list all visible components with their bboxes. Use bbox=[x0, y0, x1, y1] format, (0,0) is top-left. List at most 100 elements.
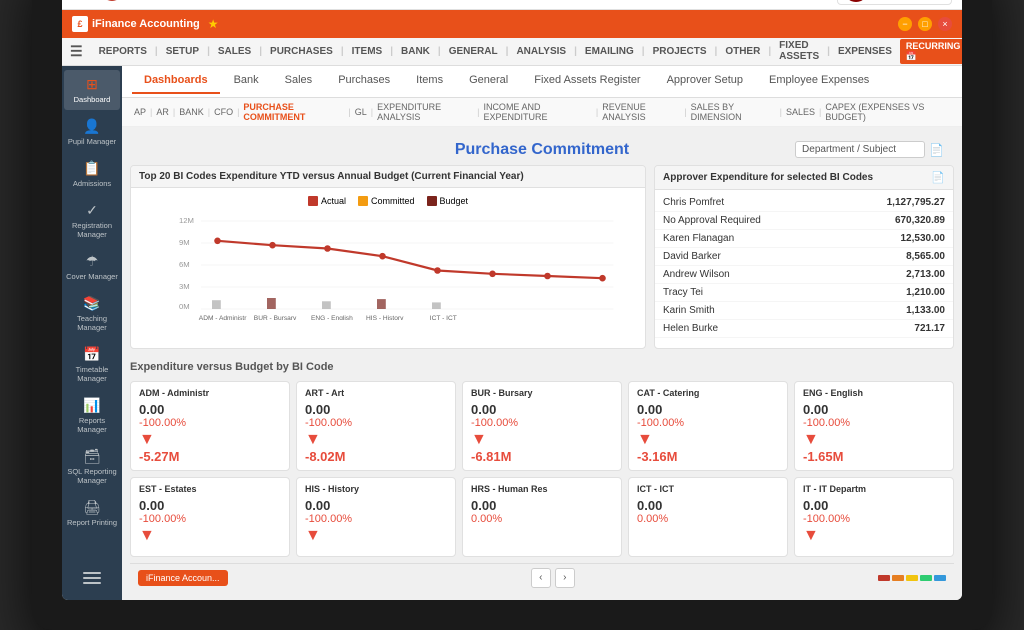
timetable-icon: 📅 bbox=[83, 346, 100, 363]
color-dot-green bbox=[920, 575, 932, 581]
legend-actual-dot bbox=[308, 196, 318, 206]
card-adm-pct: -100.00% bbox=[139, 417, 281, 429]
breadcrumb-expenditure[interactable]: EXPENDITURE ANALYSIS bbox=[377, 102, 473, 122]
card-est-pct: -100.00% bbox=[139, 513, 281, 525]
approver-amount-6: 1,210.00 bbox=[906, 287, 945, 298]
breadcrumb-sales[interactable]: SALES bbox=[786, 107, 815, 117]
color-dot-yellow bbox=[906, 575, 918, 581]
nav-analysis[interactable]: ANALYSIS bbox=[508, 46, 574, 57]
breadcrumb-cfo[interactable]: CFO bbox=[214, 107, 233, 117]
approver-amount-4: 8,565.00 bbox=[906, 251, 945, 262]
svg-text:HIS - History: HIS - History bbox=[366, 315, 404, 320]
nav-items[interactable]: ITEMS bbox=[344, 46, 391, 57]
next-button[interactable]: › bbox=[555, 568, 575, 588]
approver-row-1: Chris Pomfret 1,127,795.27 bbox=[655, 194, 953, 212]
legend-actual-label: Actual bbox=[321, 196, 346, 206]
nav-general[interactable]: GENERAL bbox=[441, 46, 506, 57]
tab-fixed-assets[interactable]: Fixed Assets Register bbox=[522, 68, 652, 94]
registration-icon: ✓ bbox=[86, 202, 98, 219]
breadcrumb-gl[interactable]: GL bbox=[355, 107, 367, 117]
card-est: EST - Estates 0.00 -100.00% ▼ bbox=[130, 477, 290, 557]
sidebar-item-sql[interactable]: 🗃 SQL Reporting Manager bbox=[64, 442, 120, 491]
breadcrumb-sales-dim[interactable]: SALES BY DIMENSION bbox=[691, 102, 776, 122]
nav-bank[interactable]: BANK bbox=[393, 46, 438, 57]
ifinance-logo: £ iFinance Accounting bbox=[72, 16, 200, 32]
tab-sales[interactable]: Sales bbox=[273, 68, 325, 94]
tab-bank[interactable]: Bank bbox=[222, 68, 271, 94]
card-his-value: 0.00 bbox=[305, 498, 447, 513]
card-ict-pct: 0.00% bbox=[637, 513, 779, 525]
tab-employee[interactable]: Employee Expenses bbox=[757, 68, 881, 94]
card-est-title: EST - Estates bbox=[139, 484, 281, 494]
card-eng: ENG - English 0.00 -100.00% ▼ -1.65M bbox=[794, 381, 954, 471]
sidebar-item-timetable[interactable]: 📅 Timetable Manager bbox=[64, 340, 120, 389]
nav-reports[interactable]: REPORTS bbox=[91, 46, 155, 57]
approver-row-3: Karen Flanagan 12,530.00 bbox=[655, 230, 953, 248]
breadcrumb-capex[interactable]: CAPEX (EXPENSES VS BUDGET) bbox=[825, 102, 950, 122]
hamburger-icon[interactable]: ☰ bbox=[70, 43, 83, 60]
approver-name-5: Andrew Wilson bbox=[663, 269, 730, 280]
nav-sales[interactable]: SALES bbox=[210, 46, 259, 57]
print-icon: 🖨 bbox=[83, 499, 101, 516]
nav-fixed-assets[interactable]: FIXED ASSETS bbox=[771, 40, 827, 62]
minimize-button[interactable]: − bbox=[898, 17, 912, 31]
nav-expenses[interactable]: EXPENSES bbox=[830, 46, 900, 57]
nav-arrows: ‹ › bbox=[531, 568, 575, 588]
nav-purchases[interactable]: PURCHASES bbox=[262, 46, 341, 57]
sidebar-item-cover[interactable]: ☂ Cover Manager bbox=[64, 247, 120, 287]
star-icon[interactable]: ★ bbox=[208, 17, 219, 31]
card-hrs-value: 0.00 bbox=[471, 498, 613, 513]
card-adm-total: -5.27M bbox=[139, 449, 281, 464]
tab-purchases[interactable]: Purchases bbox=[326, 68, 402, 94]
breadcrumb-revenue[interactable]: REVENUE ANALYSIS bbox=[602, 102, 680, 122]
top-bar: iS iSAMS Administrator ADMINISTRATOR 🌐 👤… bbox=[62, 0, 962, 10]
sidebar-item-dashboard[interactable]: ⊞ Dashboard bbox=[64, 70, 120, 110]
content-area: Dashboards Bank Sales Purchases Items Ge… bbox=[122, 66, 962, 600]
breadcrumb-ap[interactable]: AP bbox=[134, 107, 146, 117]
sidebar-item-print[interactable]: 🖨 Report Printing bbox=[64, 493, 120, 533]
tab-dashboards[interactable]: Dashboards bbox=[132, 68, 220, 94]
recurring-button[interactable]: RECURRING 📅 bbox=[900, 39, 962, 64]
tab-general[interactable]: General bbox=[457, 68, 520, 94]
tab-approver[interactable]: Approver Setup bbox=[655, 68, 755, 94]
breadcrumb-income[interactable]: INCOME AND EXPENDITURE bbox=[483, 102, 591, 122]
user-role: ADMINISTRATOR bbox=[129, 0, 239, 1]
department-filter[interactable]: Department / Subject bbox=[795, 141, 925, 158]
card-his-title: HIS - History bbox=[305, 484, 447, 494]
nav-emailing[interactable]: EMAILING bbox=[577, 46, 642, 57]
approver-export-icon[interactable]: 📄 bbox=[931, 171, 945, 184]
budget-cards-row1: ADM - Administr 0.00 -100.00% ▼ -5.27M A… bbox=[130, 381, 954, 471]
sidebar-item-pupil[interactable]: 👤 Pupil Manager bbox=[64, 112, 120, 152]
svg-text:ADM - Administr: ADM - Administr bbox=[199, 315, 247, 320]
export-icon[interactable]: 📄 bbox=[929, 143, 944, 157]
card-his-arrow: ▼ bbox=[305, 527, 321, 545]
prev-button[interactable]: ‹ bbox=[531, 568, 551, 588]
close-button[interactable]: × bbox=[938, 17, 952, 31]
card-cat-value: 0.00 bbox=[637, 402, 779, 417]
approver-title: Approver Expenditure for selected BI Cod… bbox=[663, 172, 873, 183]
nav-setup[interactable]: SETUP bbox=[158, 46, 207, 57]
maximize-button[interactable]: □ bbox=[918, 17, 932, 31]
school-logo: SJ St John's School bbox=[837, 0, 952, 5]
legend-committed-dot bbox=[358, 196, 368, 206]
approver-list: Chris Pomfret 1,127,795.27 No Approval R… bbox=[655, 190, 953, 342]
card-ict-title: ICT - ICT bbox=[637, 484, 779, 494]
sidebar-menu-button[interactable] bbox=[64, 564, 120, 592]
chart-svg: 12M 9M 6M 3M 0M bbox=[139, 210, 637, 320]
breadcrumb-purchase-commitment[interactable]: PURCHASE COMMITMENT bbox=[243, 102, 344, 122]
sidebar-item-teaching[interactable]: 📚 Teaching Manager bbox=[64, 289, 120, 338]
breadcrumb-ar[interactable]: AR bbox=[156, 107, 169, 117]
nav-other[interactable]: OTHER bbox=[717, 46, 768, 57]
approver-amount-5: 2,713.00 bbox=[906, 269, 945, 280]
nav-projects[interactable]: PROJECTS bbox=[645, 46, 715, 57]
breadcrumb-bank[interactable]: BANK bbox=[179, 107, 204, 117]
tab-items[interactable]: Items bbox=[404, 68, 455, 94]
dashboard-icon: ⊞ bbox=[86, 76, 98, 93]
taskbar-app-button[interactable]: iFinance Accoun... bbox=[138, 570, 228, 586]
sidebar-item-admissions[interactable]: 📋 Admissions bbox=[64, 154, 120, 194]
card-eng-arrow: ▼ bbox=[803, 431, 819, 449]
card-it-title: IT - IT Departm bbox=[803, 484, 945, 494]
sidebar-item-reports[interactable]: 📊 Reports Manager bbox=[64, 391, 120, 440]
approver-name-1: Chris Pomfret bbox=[663, 197, 724, 208]
sidebar-item-registration[interactable]: ✓ Registration Manager bbox=[64, 196, 120, 245]
